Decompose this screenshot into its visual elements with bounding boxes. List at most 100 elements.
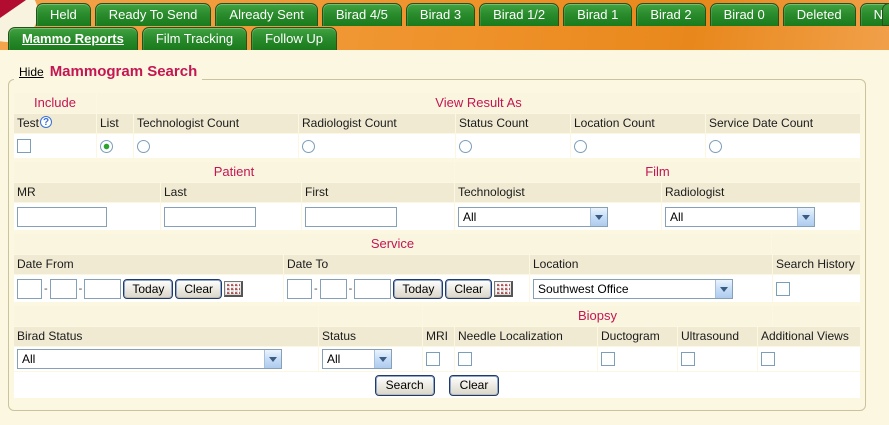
first-input[interactable]	[305, 207, 397, 227]
column-header-location: Location	[530, 255, 772, 274]
chevron-down-icon	[264, 350, 281, 368]
column-header-location-count: Location Count	[571, 114, 705, 133]
section-title-spacer	[772, 234, 860, 254]
help-icon[interactable]: ?	[40, 116, 52, 128]
ductogram-checkbox[interactable]	[601, 352, 615, 366]
chevron-down-icon	[590, 208, 607, 226]
additional-views-checkbox[interactable]	[761, 352, 775, 366]
radio-service-date-count[interactable]	[709, 140, 722, 153]
tab-birad-0[interactable]: Birad 0	[710, 3, 779, 26]
clear-button[interactable]: Clear	[449, 375, 500, 396]
patient-film-group: Patient Film MR Last First Technologist …	[14, 162, 860, 230]
section-title-include: Include	[14, 93, 96, 113]
tab-birad-4-5[interactable]: Birad 4/5	[322, 3, 402, 26]
date-from-clear-button[interactable]: Clear	[175, 279, 222, 299]
section-title-view-result-as: View Result As	[97, 93, 860, 113]
column-header-mri: MRI	[423, 327, 454, 346]
column-header-ductogram: Ductogram	[598, 327, 677, 346]
date-to-day-input[interactable]	[320, 279, 347, 299]
date-to-month-input[interactable]	[287, 279, 312, 299]
radio-status-count[interactable]	[459, 140, 472, 153]
tab-mammo-reports[interactable]: Mammo Reports	[8, 27, 138, 50]
service-group: Service Date From Date To Location Searc…	[14, 234, 860, 302]
technologist-select[interactable]: All	[458, 207, 608, 227]
section-title-spacer	[773, 306, 860, 326]
location-select[interactable]: Southwest Office	[533, 279, 733, 299]
calendar-icon[interactable]	[224, 281, 243, 297]
column-header-mr: MR	[14, 183, 160, 202]
mri-checkbox[interactable]	[426, 352, 440, 366]
mr-input[interactable]	[17, 207, 107, 227]
app-window: Held Ready To Send Already Sent Birad 4/…	[0, 0, 889, 425]
column-header-radiologist-count: Radiologist Count	[299, 114, 455, 133]
biopsy-group: Biopsy Birad Status Status MRI Needle Lo…	[14, 306, 860, 371]
section-title-service: Service	[14, 234, 771, 254]
tab-film-tracking[interactable]: Film Tracking	[142, 27, 247, 50]
date-to-clear-button[interactable]: Clear	[445, 279, 492, 299]
search-button[interactable]: Search	[375, 375, 435, 396]
date-to-today-button[interactable]: Today	[393, 279, 443, 299]
radio-technologist-count[interactable]	[137, 140, 150, 153]
column-header-last: Last	[161, 183, 301, 202]
radio-location-count[interactable]	[574, 140, 587, 153]
radio-list[interactable]	[100, 140, 113, 153]
action-button-row: Search Clear	[14, 372, 860, 398]
tab-deleted[interactable]: Deleted	[783, 3, 856, 26]
tab-held[interactable]: Held	[36, 3, 91, 26]
tab-birad-2[interactable]: Birad 2	[636, 3, 705, 26]
tab-overflow-sliver	[882, 3, 889, 26]
tab-strip: Held Ready To Send Already Sent Birad 4/…	[0, 0, 889, 50]
last-input[interactable]	[164, 207, 256, 227]
birad-status-select[interactable]: All	[17, 349, 282, 369]
column-header-ultrasound: Ultrasound	[678, 327, 757, 346]
chevron-down-icon	[797, 208, 814, 226]
test-checkbox[interactable]	[17, 139, 31, 153]
status-select[interactable]: All	[322, 349, 392, 369]
column-header-service-date-count: Service Date Count	[706, 114, 860, 133]
column-header-needle-localization: Needle Localization	[455, 327, 597, 346]
chevron-down-icon	[715, 280, 732, 298]
tab-birad-3[interactable]: Birad 3	[406, 3, 475, 26]
column-header-birad-status: Birad Status	[14, 327, 318, 346]
ultrasound-checkbox[interactable]	[681, 352, 695, 366]
date-to-year-input[interactable]	[354, 279, 391, 299]
column-header-search-history: Search History	[773, 255, 860, 274]
date-from-today-button[interactable]: Today	[123, 279, 173, 299]
radio-radiologist-count[interactable]	[302, 140, 315, 153]
column-header-additional-views: Additional Views	[758, 327, 860, 346]
section-title-spacer	[14, 306, 318, 326]
column-header-status-count: Status Count	[456, 114, 570, 133]
section-title-film: Film	[455, 162, 860, 182]
primary-tab-row: Held Ready To Send Already Sent Birad 4/…	[36, 3, 889, 26]
tab-birad-1-2[interactable]: Birad 1/2	[479, 3, 559, 26]
column-header-technologist: Technologist	[455, 183, 661, 202]
needle-localization-checkbox[interactable]	[458, 352, 472, 366]
column-header-list: List	[97, 114, 133, 133]
section-title-patient: Patient	[14, 162, 454, 182]
tab-birad-1[interactable]: Birad 1	[563, 3, 632, 26]
tab-ready-to-send[interactable]: Ready To Send	[95, 3, 212, 26]
tab-follow-up[interactable]: Follow Up	[251, 27, 337, 50]
column-header-radiologist: Radiologist	[662, 183, 860, 202]
tab-already-sent[interactable]: Already Sent	[215, 3, 317, 26]
column-header-technologist-count: Technologist Count	[134, 114, 298, 133]
chevron-down-icon	[374, 350, 391, 368]
date-from-day-input[interactable]	[50, 279, 77, 299]
panel-legend: Hide Mammogram Search	[14, 63, 202, 80]
section-title-biopsy: Biopsy	[423, 306, 772, 326]
calendar-icon[interactable]	[494, 281, 513, 297]
secondary-tab-row: Mammo Reports Film Tracking Follow Up	[8, 27, 337, 50]
view-result-group: Include View Result As Test? List Techno…	[14, 93, 860, 158]
hide-link[interactable]: Hide	[19, 65, 44, 79]
column-header-status: Status	[319, 327, 422, 346]
date-from-year-input[interactable]	[84, 279, 121, 299]
section-title-spacer	[319, 306, 422, 326]
column-header-date-to: Date To	[284, 255, 529, 274]
panel-title: Mammogram Search	[50, 63, 198, 80]
radiologist-select[interactable]: All	[665, 207, 815, 227]
column-header-test: Test?	[14, 114, 96, 133]
column-header-first: First	[302, 183, 454, 202]
search-history-checkbox[interactable]	[776, 282, 790, 296]
date-from-month-input[interactable]	[17, 279, 42, 299]
column-header-date-from: Date From	[14, 255, 283, 274]
